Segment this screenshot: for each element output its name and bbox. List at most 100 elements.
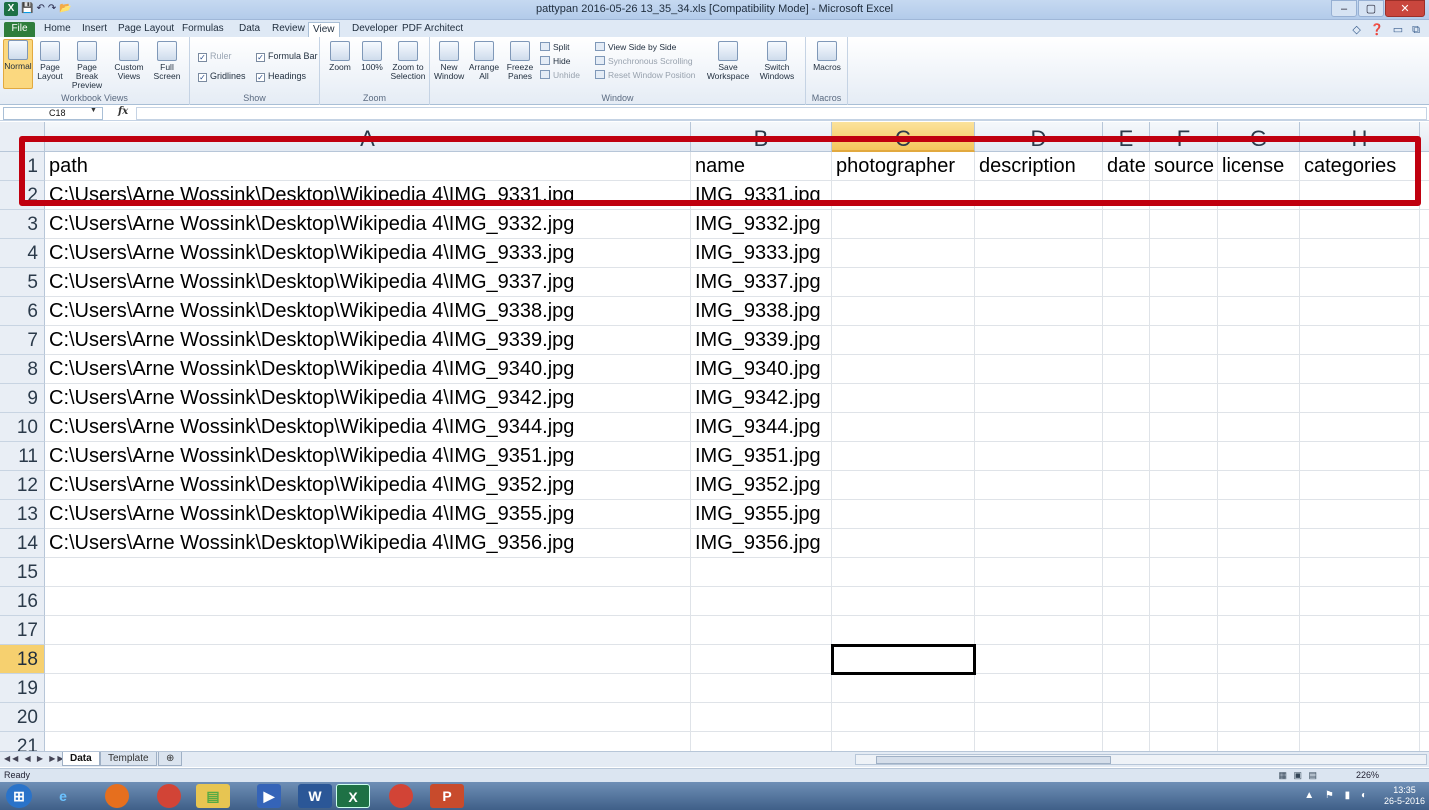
cell-d12[interactable]: [975, 471, 1103, 500]
row-header-8[interactable]: 8: [0, 355, 45, 384]
cell-e16[interactable]: [1103, 587, 1150, 616]
cell-a5[interactable]: C:\Users\Arne Wossink\Desktop\Wikipedia …: [45, 268, 691, 297]
cell-b7[interactable]: IMG_9339.jpg: [691, 326, 832, 355]
cell-d7[interactable]: [975, 326, 1103, 355]
cell-c3[interactable]: [832, 210, 975, 239]
cell-h8[interactable]: [1300, 355, 1420, 384]
cell-h12[interactable]: [1300, 471, 1420, 500]
cell-d3[interactable]: [975, 210, 1103, 239]
scrollbar-thumb[interactable]: [876, 756, 1111, 764]
cell-d11[interactable]: [975, 442, 1103, 471]
cell-e9[interactable]: [1103, 384, 1150, 413]
cell-c11[interactable]: [832, 442, 975, 471]
cell-d14[interactable]: [975, 529, 1103, 558]
cell-c5[interactable]: [832, 268, 975, 297]
cell-d9[interactable]: [975, 384, 1103, 413]
new-window-button[interactable]: New Window: [434, 41, 464, 81]
start-button[interactable]: ⊞: [6, 784, 32, 808]
cell-g21[interactable]: [1218, 732, 1300, 751]
cell-c9[interactable]: [832, 384, 975, 413]
cell-b3[interactable]: IMG_9332.jpg: [691, 210, 832, 239]
cell-g13[interactable]: [1218, 500, 1300, 529]
cell-a16[interactable]: [45, 587, 691, 616]
cell-g12[interactable]: [1218, 471, 1300, 500]
spreadsheet-grid[interactable]: A B C D E F G H 1 path name photographer description…: [0, 122, 1429, 751]
cell-e15[interactable]: [1103, 558, 1150, 587]
tab-home[interactable]: Home: [40, 22, 75, 37]
cell-h5[interactable]: [1300, 268, 1420, 297]
cell-d13[interactable]: [975, 500, 1103, 529]
row-header-20[interactable]: 20: [0, 703, 45, 732]
cell-e7[interactable]: [1103, 326, 1150, 355]
cell-a15[interactable]: [45, 558, 691, 587]
sheet-tab-template[interactable]: Template: [100, 752, 157, 766]
cell-g20[interactable]: [1218, 703, 1300, 732]
cell-b11[interactable]: IMG_9351.jpg: [691, 442, 832, 471]
minimize-button[interactable]: –: [1331, 0, 1357, 17]
cell-f8[interactable]: [1150, 355, 1218, 384]
cell-c19[interactable]: [832, 674, 975, 703]
cell-a6[interactable]: C:\Users\Arne Wossink\Desktop\Wikipedia …: [45, 297, 691, 326]
cell-a7[interactable]: C:\Users\Arne Wossink\Desktop\Wikipedia …: [45, 326, 691, 355]
headings-checkbox[interactable]: ✓ Headings: [256, 71, 306, 82]
cell-a9[interactable]: C:\Users\Arne Wossink\Desktop\Wikipedia …: [45, 384, 691, 413]
powerpoint-icon[interactable]: P: [430, 784, 464, 808]
cell-g10[interactable]: [1218, 413, 1300, 442]
row-header-11[interactable]: 11: [0, 442, 45, 471]
cell-c6[interactable]: [832, 297, 975, 326]
cell-a13[interactable]: C:\Users\Arne Wossink\Desktop\Wikipedia …: [45, 500, 691, 529]
active-cell-selection[interactable]: [831, 644, 976, 675]
save-workspace-button[interactable]: Save Workspace: [706, 41, 750, 81]
cell-e3[interactable]: [1103, 210, 1150, 239]
tab-insert[interactable]: Insert: [78, 22, 111, 37]
cell-e5[interactable]: [1103, 268, 1150, 297]
cell-a8[interactable]: C:\Users\Arne Wossink\Desktop\Wikipedia …: [45, 355, 691, 384]
custom-views-button[interactable]: Custom Views: [113, 41, 145, 81]
cell-a20[interactable]: [45, 703, 691, 732]
row-header-10[interactable]: 10: [0, 413, 45, 442]
cell-f16[interactable]: [1150, 587, 1218, 616]
switch-windows-button[interactable]: Switch Windows: [754, 41, 800, 81]
cell-g14[interactable]: [1218, 529, 1300, 558]
cell-f14[interactable]: [1150, 529, 1218, 558]
cell-d21[interactable]: [975, 732, 1103, 751]
horizontal-scrollbar[interactable]: [855, 754, 1427, 765]
cell-h13[interactable]: [1300, 500, 1420, 529]
cell-g7[interactable]: [1218, 326, 1300, 355]
chevron-down-icon[interactable]: ▼: [90, 107, 97, 114]
cell-e8[interactable]: [1103, 355, 1150, 384]
cell-f18[interactable]: [1150, 645, 1218, 674]
cell-a19[interactable]: [45, 674, 691, 703]
insert-sheet-icon[interactable]: ⊕: [158, 752, 183, 766]
split-button[interactable]: Split: [540, 42, 570, 53]
cell-d20[interactable]: [975, 703, 1103, 732]
cell-h6[interactable]: [1300, 297, 1420, 326]
help-icon[interactable]: ◇ ❓ ▭ ⧉: [1352, 23, 1423, 37]
cell-g5[interactable]: [1218, 268, 1300, 297]
cell-c12[interactable]: [832, 471, 975, 500]
macros-button[interactable]: Macros: [812, 41, 842, 72]
cell-e20[interactable]: [1103, 703, 1150, 732]
cell-e14[interactable]: [1103, 529, 1150, 558]
normal-view-button[interactable]: Normal: [3, 39, 33, 89]
cell-h17[interactable]: [1300, 616, 1420, 645]
cell-b19[interactable]: [691, 674, 832, 703]
ruler-checkbox[interactable]: ✓ Ruler: [198, 51, 232, 62]
cell-f20[interactable]: [1150, 703, 1218, 732]
cell-c13[interactable]: [832, 500, 975, 529]
row-header-4[interactable]: 4: [0, 239, 45, 268]
tab-data[interactable]: Data: [235, 22, 264, 37]
internet-explorer-icon[interactable]: e: [46, 784, 80, 808]
tab-developer[interactable]: Developer: [348, 22, 402, 37]
cell-b9[interactable]: IMG_9342.jpg: [691, 384, 832, 413]
cell-f13[interactable]: [1150, 500, 1218, 529]
cell-b18[interactable]: [691, 645, 832, 674]
hide-button[interactable]: Hide: [540, 56, 570, 67]
gridlines-checkbox[interactable]: ✓ Gridlines: [198, 71, 246, 82]
function-icon[interactable]: fx: [118, 106, 128, 117]
cell-e6[interactable]: [1103, 297, 1150, 326]
cell-a3[interactable]: C:\Users\Arne Wossink\Desktop\Wikipedia …: [45, 210, 691, 239]
close-button[interactable]: ✕: [1385, 0, 1425, 17]
row-header-16[interactable]: 16: [0, 587, 45, 616]
view-buttons-icon[interactable]: ▦ ▣ ▤: [1278, 770, 1319, 781]
